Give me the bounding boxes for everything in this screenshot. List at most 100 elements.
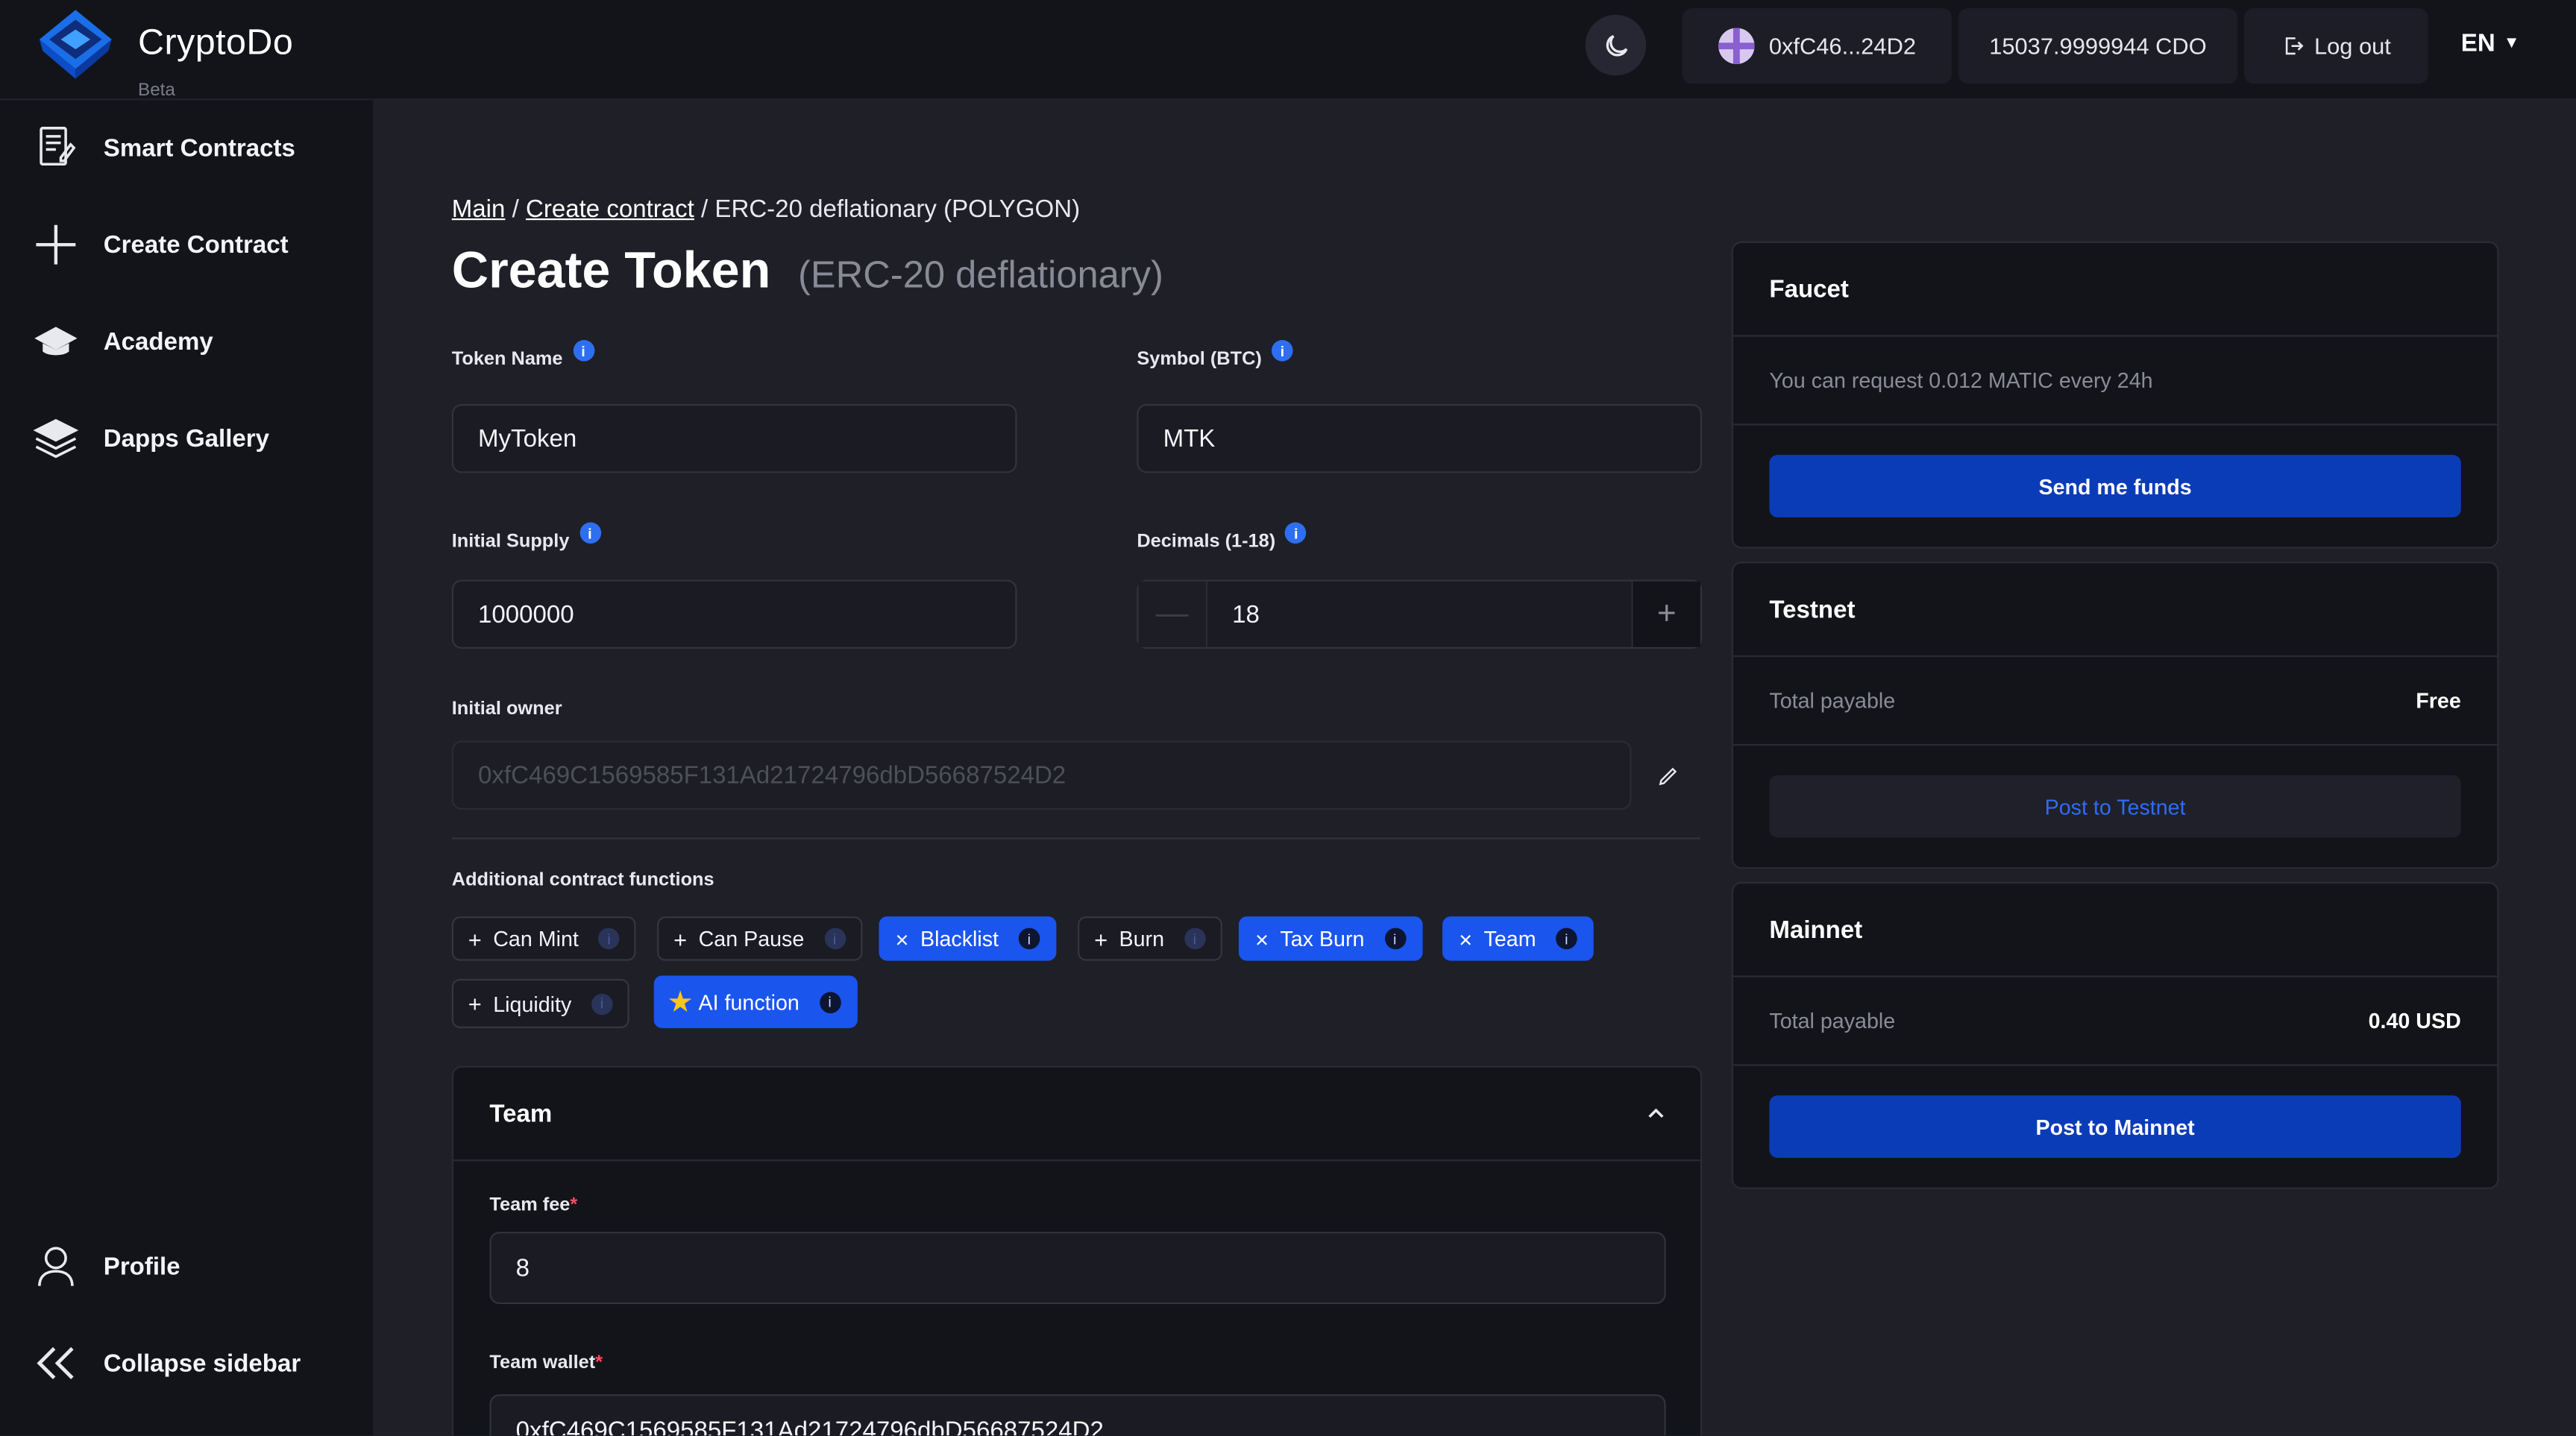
- team-wallet-input[interactable]: 0xfC469C1569585F131Ad21724796dbD56687524…: [489, 1394, 1666, 1436]
- breadcrumb-create-link[interactable]: Create contract: [526, 195, 694, 223]
- input-value: 0xfC469C1569585F131Ad21724796dbD56687524…: [478, 760, 1066, 790]
- breadcrumb-separator: /: [701, 195, 709, 224]
- total-value: 0.40 USD: [2368, 1008, 2461, 1033]
- chip-label: AI function: [698, 989, 799, 1015]
- info-icon[interactable]: i: [579, 522, 601, 544]
- label-text: Additional contract functions: [451, 870, 714, 890]
- function-chip-team[interactable]: × Team i: [1442, 916, 1594, 961]
- info-icon[interactable]: i: [1272, 339, 1293, 362]
- divider: [451, 837, 1700, 840]
- mainnet-card: Mainnet Total payable 0.40 USD Post to M…: [1731, 881, 2499, 1189]
- sidebar-item-create-contract[interactable]: Create Contract: [33, 220, 289, 269]
- team-panel-title: Team: [489, 1099, 553, 1128]
- page-subtitle: (ERC-20 deflationary): [797, 253, 1163, 296]
- label-text: Symbol (BTC): [1137, 349, 1262, 369]
- symbol-input[interactable]: MTK: [1137, 403, 1703, 473]
- balance-display: 15037.9999944 CDO: [1958, 8, 2238, 84]
- star-icon: ★: [667, 984, 694, 1018]
- breadcrumb: Main / Create contract / ERC-20 deflatio…: [452, 195, 1080, 223]
- function-chip-can-pause[interactable]: + Can Pause i: [657, 916, 862, 961]
- logout-icon: [2285, 37, 2303, 55]
- function-chip-ai-function[interactable]: ★ AI function i: [653, 975, 857, 1028]
- decrement-button[interactable]: —: [1138, 581, 1208, 647]
- function-chip-liquidity[interactable]: + Liquidity i: [451, 978, 629, 1028]
- increment-button[interactable]: +: [1631, 581, 1700, 647]
- testnet-title: Testnet: [1732, 564, 2498, 658]
- chip-label: Can Mint: [493, 926, 579, 951]
- send-me-funds-button[interactable]: Send me funds: [1769, 455, 2461, 517]
- close-icon: ×: [1254, 925, 1269, 952]
- info-icon[interactable]: i: [1184, 928, 1206, 950]
- sidebar-item-smart-contracts[interactable]: Smart Contracts: [33, 123, 295, 172]
- info-icon[interactable]: i: [1285, 522, 1307, 544]
- collapse-sidebar-button[interactable]: Collapse sidebar: [33, 1338, 301, 1388]
- decimals-stepper[interactable]: — 18 +: [1137, 579, 1703, 649]
- info-icon[interactable]: i: [1018, 928, 1040, 950]
- functions-label: Additional contract functions: [452, 870, 714, 889]
- double-chevron-left-icon: [33, 1340, 79, 1386]
- function-chip-burn[interactable]: + Burn i: [1078, 916, 1222, 961]
- logo-title: CryptoDo: [138, 21, 294, 63]
- faucet-description: You can request 0.012 MATIC every 24h: [1769, 368, 2153, 393]
- info-icon[interactable]: i: [1383, 928, 1406, 950]
- info-icon[interactable]: i: [591, 992, 613, 1015]
- post-to-mainnet-button[interactable]: Post to Mainnet: [1769, 1095, 2461, 1158]
- total-label: Total payable: [1769, 687, 1896, 714]
- token-name-input[interactable]: MyToken: [451, 403, 1017, 473]
- total-value: Free: [2416, 687, 2461, 714]
- edit-owner-button[interactable]: [1635, 740, 1700, 810]
- breadcrumb-main-link[interactable]: Main: [452, 195, 506, 223]
- chip-label: Team: [1483, 926, 1536, 951]
- function-chip-blacklist[interactable]: × Blacklist i: [879, 916, 1057, 961]
- sidebar-item-label: Collapse sidebar: [103, 1349, 301, 1378]
- info-icon[interactable]: i: [1556, 928, 1577, 950]
- plus-icon: +: [673, 925, 688, 952]
- info-icon[interactable]: i: [572, 339, 594, 362]
- wallet-address-button[interactable]: 0xfC46...24D2: [1682, 8, 1952, 84]
- close-icon: ×: [895, 925, 909, 952]
- team-panel: Team Team fee * 8 Team wallet * 0xfC469C…: [451, 1065, 1703, 1436]
- initial-owner-label: Initial owner: [452, 699, 562, 719]
- sidebar-item-academy[interactable]: Academy: [33, 317, 213, 366]
- pencil-icon: [1658, 766, 1677, 785]
- initial-owner-input: 0xfC469C1569585F131Ad21724796dbD56687524…: [451, 740, 1632, 810]
- required-mark: *: [595, 1353, 603, 1373]
- post-to-testnet-button[interactable]: Post to Testnet: [1769, 775, 2461, 838]
- layers-icon: [33, 415, 79, 462]
- chip-label: Tax Burn: [1280, 926, 1365, 951]
- graduation-cap-icon: [33, 318, 79, 365]
- breadcrumb-current: ERC-20 deflationary (POLYGON): [714, 195, 1081, 224]
- function-chip-tax-burn[interactable]: × Tax Burn i: [1238, 916, 1422, 961]
- label-text: Decimals (1-18): [1137, 531, 1276, 552]
- mainnet-total-row: Total payable 0.40 USD: [1732, 977, 2498, 1066]
- chevron-down-icon: ▼: [2503, 34, 2520, 53]
- sidebar-item-label: Create Contract: [103, 230, 289, 259]
- stepper-value: 18: [1232, 600, 1260, 629]
- function-chip-can-mint[interactable]: + Can Mint i: [451, 916, 636, 961]
- sidebar-item-profile[interactable]: Profile: [33, 1241, 180, 1291]
- theme-toggle-button[interactable]: [1585, 14, 1647, 76]
- language-selector[interactable]: EN ▼: [2461, 30, 2520, 57]
- team-fee-input[interactable]: 8: [489, 1232, 1666, 1305]
- initial-supply-input[interactable]: 1000000: [451, 579, 1017, 649]
- label-text: Initial owner: [451, 699, 562, 719]
- chip-label: Can Pause: [698, 926, 805, 951]
- sidebar: Smart Contracts Create Contract Academy …: [0, 100, 374, 1436]
- testnet-card: Testnet Total payable Free Post to Testn…: [1731, 561, 2499, 869]
- logo[interactable]: CryptoDo Beta: [36, 7, 294, 100]
- page-title: Create Token (ERC-20 deflationary): [452, 242, 1163, 300]
- plus-icon: +: [468, 990, 482, 1017]
- label-text: Initial Supply: [451, 531, 570, 552]
- logo-beta-badge: Beta: [138, 80, 175, 101]
- contract-icon: [33, 125, 79, 171]
- logout-button[interactable]: Log out: [2244, 8, 2428, 84]
- info-icon[interactable]: i: [598, 928, 620, 950]
- info-icon[interactable]: i: [819, 991, 841, 1013]
- plus-icon: +: [1094, 925, 1108, 952]
- info-icon[interactable]: i: [823, 928, 846, 950]
- label-text: Token Name: [451, 349, 563, 369]
- team-panel-header[interactable]: Team: [453, 1068, 1700, 1162]
- sidebar-item-dapps-gallery[interactable]: Dapps Gallery: [33, 414, 269, 463]
- faucet-card: Faucet You can request 0.012 MATIC every…: [1731, 241, 2499, 549]
- plus-icon: +: [468, 925, 482, 952]
